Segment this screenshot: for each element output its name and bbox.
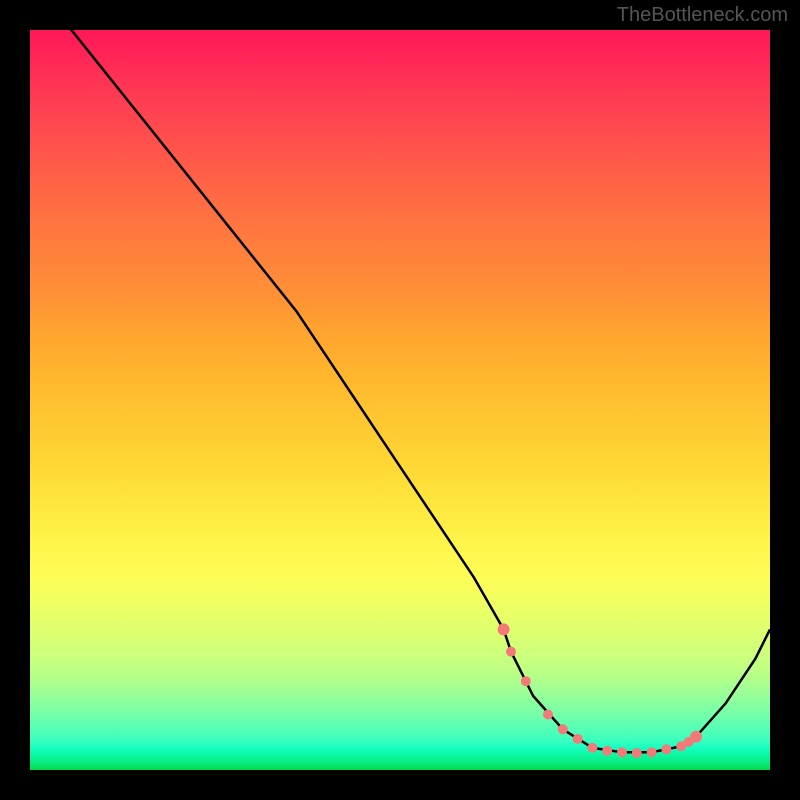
highlight-dot bbox=[521, 676, 531, 686]
highlight-points bbox=[498, 623, 702, 758]
highlight-dot bbox=[690, 731, 702, 743]
plot-area bbox=[30, 30, 770, 770]
highlight-dot bbox=[498, 623, 510, 635]
highlight-dot bbox=[587, 743, 597, 753]
highlight-dot bbox=[632, 748, 642, 758]
highlight-dot bbox=[602, 746, 612, 756]
highlight-dot bbox=[543, 710, 553, 720]
curve-svg bbox=[30, 30, 770, 770]
chart-container: TheBottleneck.com bbox=[0, 0, 800, 800]
highlight-dot bbox=[617, 747, 627, 757]
highlight-dot bbox=[661, 744, 671, 754]
highlight-dot bbox=[573, 734, 583, 744]
highlight-dot bbox=[506, 647, 516, 657]
curve-line bbox=[30, 30, 770, 752]
highlight-dot bbox=[558, 724, 568, 734]
watermark-text: TheBottleneck.com bbox=[617, 4, 788, 27]
highlight-dot bbox=[647, 747, 657, 757]
